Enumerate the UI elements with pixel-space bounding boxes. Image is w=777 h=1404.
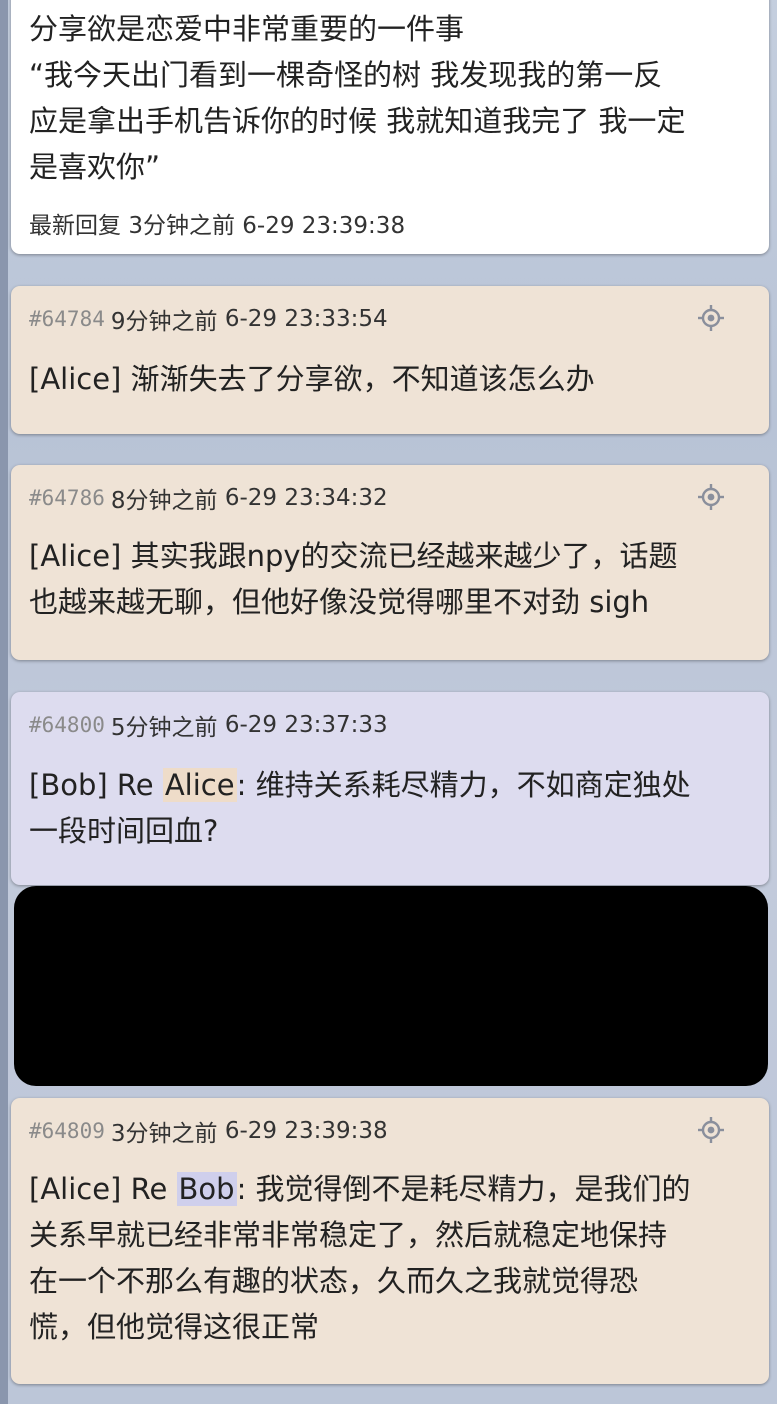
reply-re: Re [107, 768, 163, 802]
reply-content-line: : 我觉得倒不是耗尽精力，是我们的 [236, 1172, 691, 1206]
reply-card[interactable]: #64809 3分钟之前 6-29 23:39:38 [Alice] Re Bo… [11, 1098, 769, 1384]
post-card[interactable]: 分享欲是恋爱中非常重要的一件事 “我今天出门看到一棵奇怪的树 我发现我的第一反 … [11, 0, 769, 254]
post-line: 应是拿出手机告诉你的时候 我就知道我完了 我一定 [29, 104, 686, 138]
post-last-reply: 最新回复 3分钟之前 6-29 23:39:38 [29, 206, 751, 240]
last-reply-label: 最新回复 [29, 213, 121, 239]
reply-content-line: 慌，但他觉得这很正常 [29, 1310, 320, 1344]
reply-author: [Bob] [29, 768, 108, 802]
reply-id: #64786 [29, 486, 105, 510]
reply-mention[interactable]: Alice [162, 768, 237, 802]
reply-content-line: 也越来越无聊，但他好像没觉得哪里不对劲 sigh [29, 585, 650, 619]
reply-re: Re [121, 1172, 177, 1206]
reply-id: #64800 [29, 713, 105, 737]
reply-mention[interactable]: Bob [176, 1172, 237, 1206]
reply-author: [Alice] [29, 539, 122, 573]
last-reply-ago: 3分钟之前 [128, 213, 235, 239]
reply-content-line: 一段时间回血? [29, 814, 219, 848]
reply-ago: 8分钟之前 [110, 488, 218, 514]
reply-header: #64784 9分钟之前 6-29 23:33:54 [29, 286, 751, 336]
reply-text: [Alice] 其实我跟npy的交流已经越来越少了，话题 也越来越无聊，但他好像… [29, 533, 751, 625]
reply-ago: 9分钟之前 [110, 309, 218, 335]
reply-header: #64786 8分钟之前 6-29 23:34:32 [29, 465, 751, 515]
post-line: “我今天出门看到一棵奇怪的树 我发现我的第一反 [29, 58, 663, 92]
crosshair-target-icon[interactable] [697, 304, 725, 332]
reply-text: [Alice] Re Bob: 我觉得倒不是耗尽精力，是我们的 关系早就已经非常… [29, 1166, 751, 1350]
reply-content: 渐渐失去了分享欲，不知道该怎么办 [121, 362, 595, 396]
reply-time: 6-29 23:37:33 [224, 712, 388, 738]
reply-header: #64800 5分钟之前 6-29 23:37:33 [29, 692, 751, 742]
reply-time: 6-29 23:33:54 [224, 306, 388, 332]
post-line: 是喜欢你” [29, 150, 161, 184]
crosshair-target-icon[interactable] [697, 483, 725, 511]
reply-time: 6-29 23:34:32 [224, 485, 388, 511]
reply-text: [Bob] Re Alice: 维持关系耗尽精力，不如商定独处 一段时间回血? [29, 762, 751, 854]
last-reply-time: 6-29 23:39:38 [242, 213, 406, 239]
reply-ago: 3分钟之前 [110, 1121, 218, 1147]
reply-content-line: : 维持关系耗尽精力，不如商定独处 [236, 768, 691, 802]
reply-text: [Alice] 渐渐失去了分享欲，不知道该怎么办 [29, 356, 751, 402]
reply-card[interactable]: #64800 5分钟之前 6-29 23:37:33 [Bob] Re Alic… [11, 692, 769, 885]
reply-id: #64809 [29, 1119, 105, 1143]
crosshair-target-icon[interactable] [697, 1116, 725, 1144]
reply-author: [Alice] [29, 1172, 122, 1206]
reply-header: #64809 3分钟之前 6-29 23:39:38 [29, 1098, 751, 1148]
reply-time: 6-29 23:39:38 [224, 1118, 388, 1144]
reply-author: [Alice] [29, 362, 122, 396]
reply-card[interactable]: #64784 9分钟之前 6-29 23:33:54 [Alice] 渐渐失去了… [11, 286, 769, 434]
reply-content-line: 在一个不那么有趣的状态，久而久之我就觉得恐 [29, 1264, 639, 1298]
reply-ago: 5分钟之前 [110, 715, 218, 741]
reply-content-line: 关系早就已经非常非常稳定了，然后就稳定地保持 [29, 1218, 668, 1252]
background-strip [0, 0, 8, 1404]
post-line: 分享欲是恋爱中非常重要的一件事 [29, 12, 465, 46]
reply-card[interactable]: #64786 8分钟之前 6-29 23:34:32 [Alice] 其实我跟n… [11, 465, 769, 660]
post-content: 分享欲是恋爱中非常重要的一件事 “我今天出门看到一棵奇怪的树 我发现我的第一反 … [29, 6, 751, 190]
reply-content-line: 其实我跟npy的交流已经越来越少了，话题 [121, 539, 678, 573]
reply-id: #64784 [29, 307, 105, 331]
redaction-block [14, 886, 768, 1086]
